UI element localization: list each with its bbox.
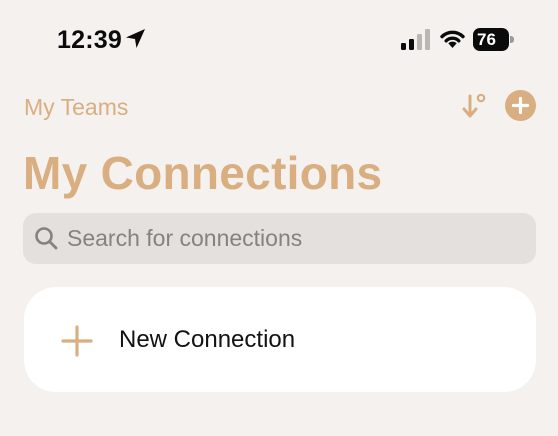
location-arrow-icon: [126, 29, 145, 48]
search-input[interactable]: [67, 213, 527, 264]
sort-down-icon[interactable]: [459, 91, 489, 121]
battery-cap: [510, 36, 514, 43]
search-icon: [35, 227, 58, 250]
new-connection-button[interactable]: New Connection: [24, 287, 536, 392]
new-connection-label: New Connection: [119, 326, 296, 353]
cellular-signal-icon: [401, 29, 430, 50]
battery-level: 76: [473, 28, 509, 51]
search-bar[interactable]: [23, 213, 536, 264]
status-time: 12:39: [57, 26, 122, 54]
battery-indicator: 76: [473, 28, 515, 51]
plus-circle-icon: [511, 96, 530, 115]
add-connection-button[interactable]: [505, 90, 536, 121]
plus-icon: [61, 325, 93, 357]
wifi-icon: [440, 30, 465, 48]
page-title: My Connections: [23, 147, 383, 199]
back-link-my-teams[interactable]: My Teams: [24, 92, 128, 122]
